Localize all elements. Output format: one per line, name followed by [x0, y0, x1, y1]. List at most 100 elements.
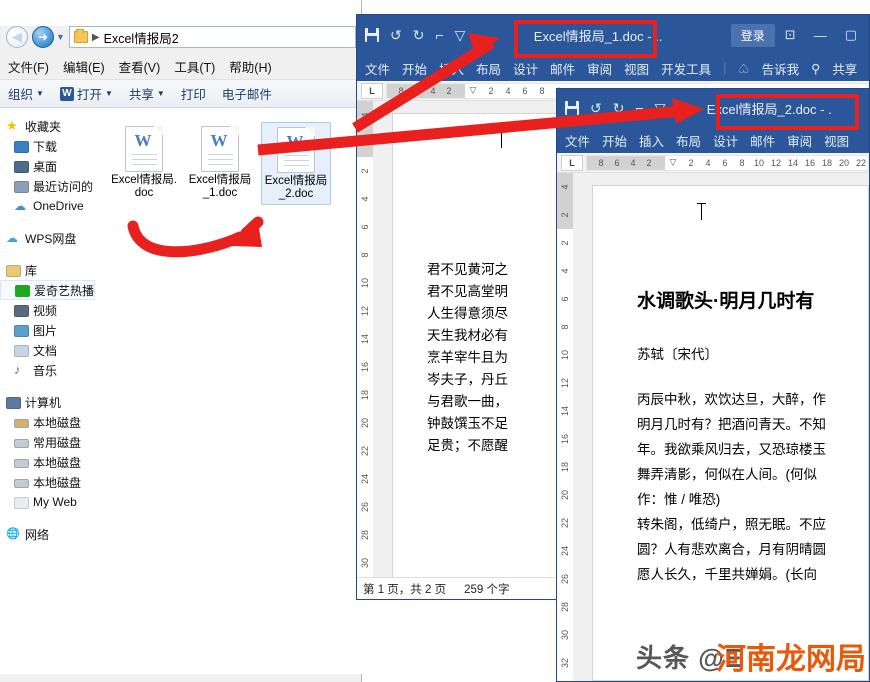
sidebar-item-16[interactable]: 本地磁盘: [0, 472, 95, 492]
minimize-icon[interactable]: —: [814, 28, 827, 43]
toolbar-share[interactable]: 共享 ▼: [129, 84, 165, 103]
ruler-tick: 16: [360, 361, 370, 373]
sidebar-item-12[interactable]: 计算机: [0, 392, 95, 412]
menu-tools[interactable]: 工具(T): [174, 57, 215, 76]
word1-title-bar: ↺ ↻ ⌐ ▽ Excel情报局_1.doc - .. 登录 ⊡ — ▢: [357, 15, 869, 55]
ribbon-tab-4[interactable]: 设计: [713, 131, 738, 150]
indent-marker-icon[interactable]: ▽: [670, 157, 677, 168]
horizontal-ruler[interactable]: 8642▽2468101214161820222: [586, 154, 869, 171]
ribbon-tab-6[interactable]: 审阅: [587, 59, 612, 78]
toolbar-open[interactable]: W 打开 ▼: [59, 84, 113, 103]
vertical-ruler[interactable]: 4 2 2 4 6 8 10 12 14 16 18 20 22 24 26 28 30: [357, 101, 374, 599]
sidebar-item-7[interactable]: 爱奇艺热播: [0, 280, 95, 300]
file-item-0[interactable]: W Excel情报局.doc: [109, 122, 179, 205]
ribbon-display-options-icon[interactable]: ⊡: [785, 27, 796, 43]
ribbon-tab-0[interactable]: 文件: [565, 131, 590, 150]
word2-ribbon-tabs[interactable]: 文件 开始 插入 布局 设计 邮件 审阅 视图: [557, 127, 869, 153]
toolbar-email[interactable]: 电子邮件: [222, 84, 272, 103]
forward-arrow-icon[interactable]: ➜: [32, 26, 54, 48]
address-bar[interactable]: ▶ Excel情报局2: [68, 26, 356, 48]
sidebar-item-14[interactable]: 常用磁盘: [0, 432, 95, 452]
sidebar-item-10[interactable]: 文档: [0, 340, 95, 360]
explorer-navigation-pane[interactable]: ★ 收藏夹 下载 桌面 最近访问的 ☁ OneDrive ☁ WPS网盘库爱奇艺热播 视频 图片文档…: [0, 108, 95, 674]
ribbon-tab-7[interactable]: 视图: [824, 131, 849, 150]
chevron-down-icon[interactable]: ▼: [56, 32, 65, 42]
ruler-tick: 24: [360, 473, 370, 485]
wps-cloud-icon: ☁: [6, 231, 18, 245]
ruler-tick: 2: [360, 140, 370, 146]
share-label: 共享: [128, 88, 154, 102]
menu-edit[interactable]: 编辑(E): [63, 57, 105, 76]
ribbon-tab-2[interactable]: 插入: [639, 131, 664, 150]
sidebar-item-18[interactable]: 🌐 网络: [0, 524, 95, 544]
ruler-tick: 30: [360, 557, 370, 569]
page-count-status[interactable]: 第 1 页，共 2 页: [363, 581, 446, 597]
ribbon-tab-1[interactable]: 开始: [602, 131, 627, 150]
ribbon-tab-3[interactable]: 布局: [476, 59, 501, 78]
redo-icon[interactable]: ↻: [613, 100, 625, 117]
menu-view[interactable]: 查看(V): [119, 57, 161, 76]
sidebar-item-label: 文档: [33, 343, 58, 358]
lightbulb-icon[interactable]: ♡: [738, 61, 749, 76]
undo-icon[interactable]: ↺: [390, 27, 402, 44]
sidebar-item-13[interactable]: 本地磁盘: [0, 412, 95, 432]
undo-icon[interactable]: ↺: [590, 100, 602, 117]
sidebar-item-9[interactable]: 图片: [0, 320, 95, 340]
share-person-icon[interactable]: ⚲: [811, 61, 820, 76]
ruler-tick: 32: [560, 657, 570, 669]
toolbar-print[interactable]: 打印: [181, 84, 206, 103]
sidebar-item-17[interactable]: My Web: [0, 492, 95, 512]
sidebar-item-15[interactable]: 本地磁盘: [0, 452, 95, 472]
word2-editing-area: 4 2 2 4 6 8 10 12 14 16 18 20 22 24 26 28 30 32 水调歌头·明月几时…: [557, 173, 869, 681]
ribbon-tab-5[interactable]: 邮件: [550, 59, 575, 78]
word2-page[interactable]: 水调歌头·明月几时有 苏轼〔宋代〕 丙辰中秋，欢饮达旦，大醉，作 明月几时有？把酒…: [592, 185, 869, 681]
print-label: 打印: [180, 88, 206, 102]
doc-line-7: 愿人长久，千里共婵娟。(长向: [637, 567, 817, 582]
vertical-ruler[interactable]: 4 2 2 4 6 8 10 12 14 16 18 20 22 24 26 28 30 32: [557, 173, 574, 681]
file-item-1[interactable]: W Excel情报局_1.doc: [185, 122, 255, 205]
sign-in-button[interactable]: 登录: [730, 23, 775, 47]
customize-qat-icon[interactable]: ▽: [655, 100, 666, 117]
word-open-icon: W: [59, 86, 74, 101]
open-recent-icon[interactable]: ⌐: [635, 100, 643, 116]
sidebar-item-11[interactable]: ♪ 音乐: [0, 360, 95, 380]
ribbon-tab-3[interactable]: 布局: [676, 131, 701, 150]
toolbar-organize[interactable]: 组织 ▼: [8, 84, 44, 103]
ribbon-tab-5[interactable]: 邮件: [750, 131, 775, 150]
network-icon: 🌐: [6, 528, 20, 540]
tell-me-label[interactable]: 告诉我: [762, 59, 800, 78]
sidebar-item-5[interactable]: ☁ WPS网盘: [0, 228, 95, 248]
back-arrow-icon[interactable]: ◀: [6, 26, 28, 48]
ribbon-tab-1[interactable]: 开始: [402, 59, 427, 78]
sidebar-item-1[interactable]: 下载: [0, 136, 95, 156]
save-icon[interactable]: [365, 28, 379, 42]
word1-ribbon-tabs[interactable]: 文件 开始 插入 布局 设计 邮件 审阅 视图 开发工具 | ♡ 告诉我 ⚲ 共享: [357, 55, 869, 81]
ribbon-tab-6[interactable]: 审阅: [787, 131, 812, 150]
sidebar-item-4[interactable]: ☁ OneDrive: [0, 196, 95, 216]
sidebar-item-0[interactable]: ★ 收藏夹: [0, 116, 95, 136]
ribbon-tab-8[interactable]: 开发工具: [661, 59, 711, 78]
menu-help[interactable]: 帮助(H): [229, 57, 271, 76]
menu-file[interactable]: 文件(F): [8, 57, 49, 76]
open-recent-icon[interactable]: ⌐: [435, 27, 443, 43]
tab-stop-selector[interactable]: L: [361, 82, 383, 99]
explorer-file-list[interactable]: W Excel情报局.doc W Excel情报局_1.doc W Excel情报局_2.…: [95, 108, 362, 674]
sidebar-item-8[interactable]: 视频: [0, 300, 95, 320]
maximize-icon[interactable]: ▢: [845, 27, 857, 43]
sidebar-item-6[interactable]: 库: [0, 260, 95, 280]
indent-marker-icon[interactable]: ▽: [470, 85, 477, 96]
file-item-2[interactable]: W Excel情报局_2.doc: [261, 122, 331, 205]
word-count-status[interactable]: 259 个字: [464, 581, 509, 597]
ribbon-tab-2[interactable]: 插入: [439, 59, 464, 78]
ribbon-tab-0[interactable]: 文件: [365, 59, 390, 78]
ruler-tick: 18: [360, 389, 370, 401]
sidebar-item-2[interactable]: 桌面: [0, 156, 95, 176]
redo-icon[interactable]: ↻: [413, 27, 425, 44]
ribbon-tab-4[interactable]: 设计: [513, 59, 538, 78]
share-label[interactable]: 共享: [832, 59, 857, 78]
save-icon[interactable]: [565, 101, 579, 115]
ribbon-tab-7[interactable]: 视图: [624, 59, 649, 78]
tab-stop-selector[interactable]: L: [561, 154, 583, 171]
customize-qat-icon[interactable]: ▽: [455, 27, 466, 44]
sidebar-item-3[interactable]: 最近访问的: [0, 176, 95, 196]
